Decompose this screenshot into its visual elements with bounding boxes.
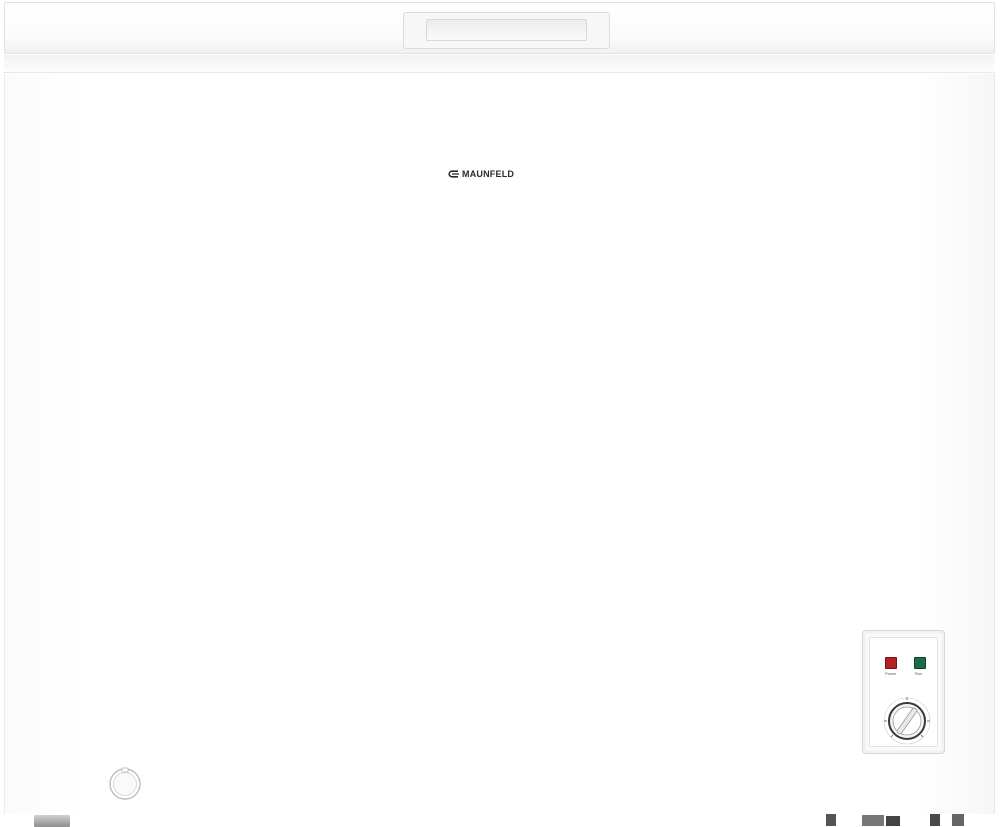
power-indicator-light [885,657,897,669]
freezer-lid[interactable] [4,2,995,54]
control-panel: Power Run [862,630,945,754]
left-foot [34,815,70,827]
lid-handle-grip[interactable] [426,19,587,41]
power-indicator-label: Power [885,671,897,676]
run-indicator-light [914,657,926,669]
brand-name: MAUNFELD [462,169,515,179]
run-indicator-label: Run [915,671,923,676]
lid-seam [4,55,995,73]
freezer-scene: MAUNFELD Power Run [0,0,1000,827]
brand-logo: MAUNFELD [448,167,514,181]
freezer-body [4,74,995,814]
thermostat-knob[interactable] [880,694,934,748]
drain-plug[interactable] [107,766,143,802]
lid-handle[interactable] [403,12,610,49]
control-panel-face: Power Run [869,637,938,747]
brand-mark-icon [448,170,459,178]
right-wheels [826,814,964,826]
